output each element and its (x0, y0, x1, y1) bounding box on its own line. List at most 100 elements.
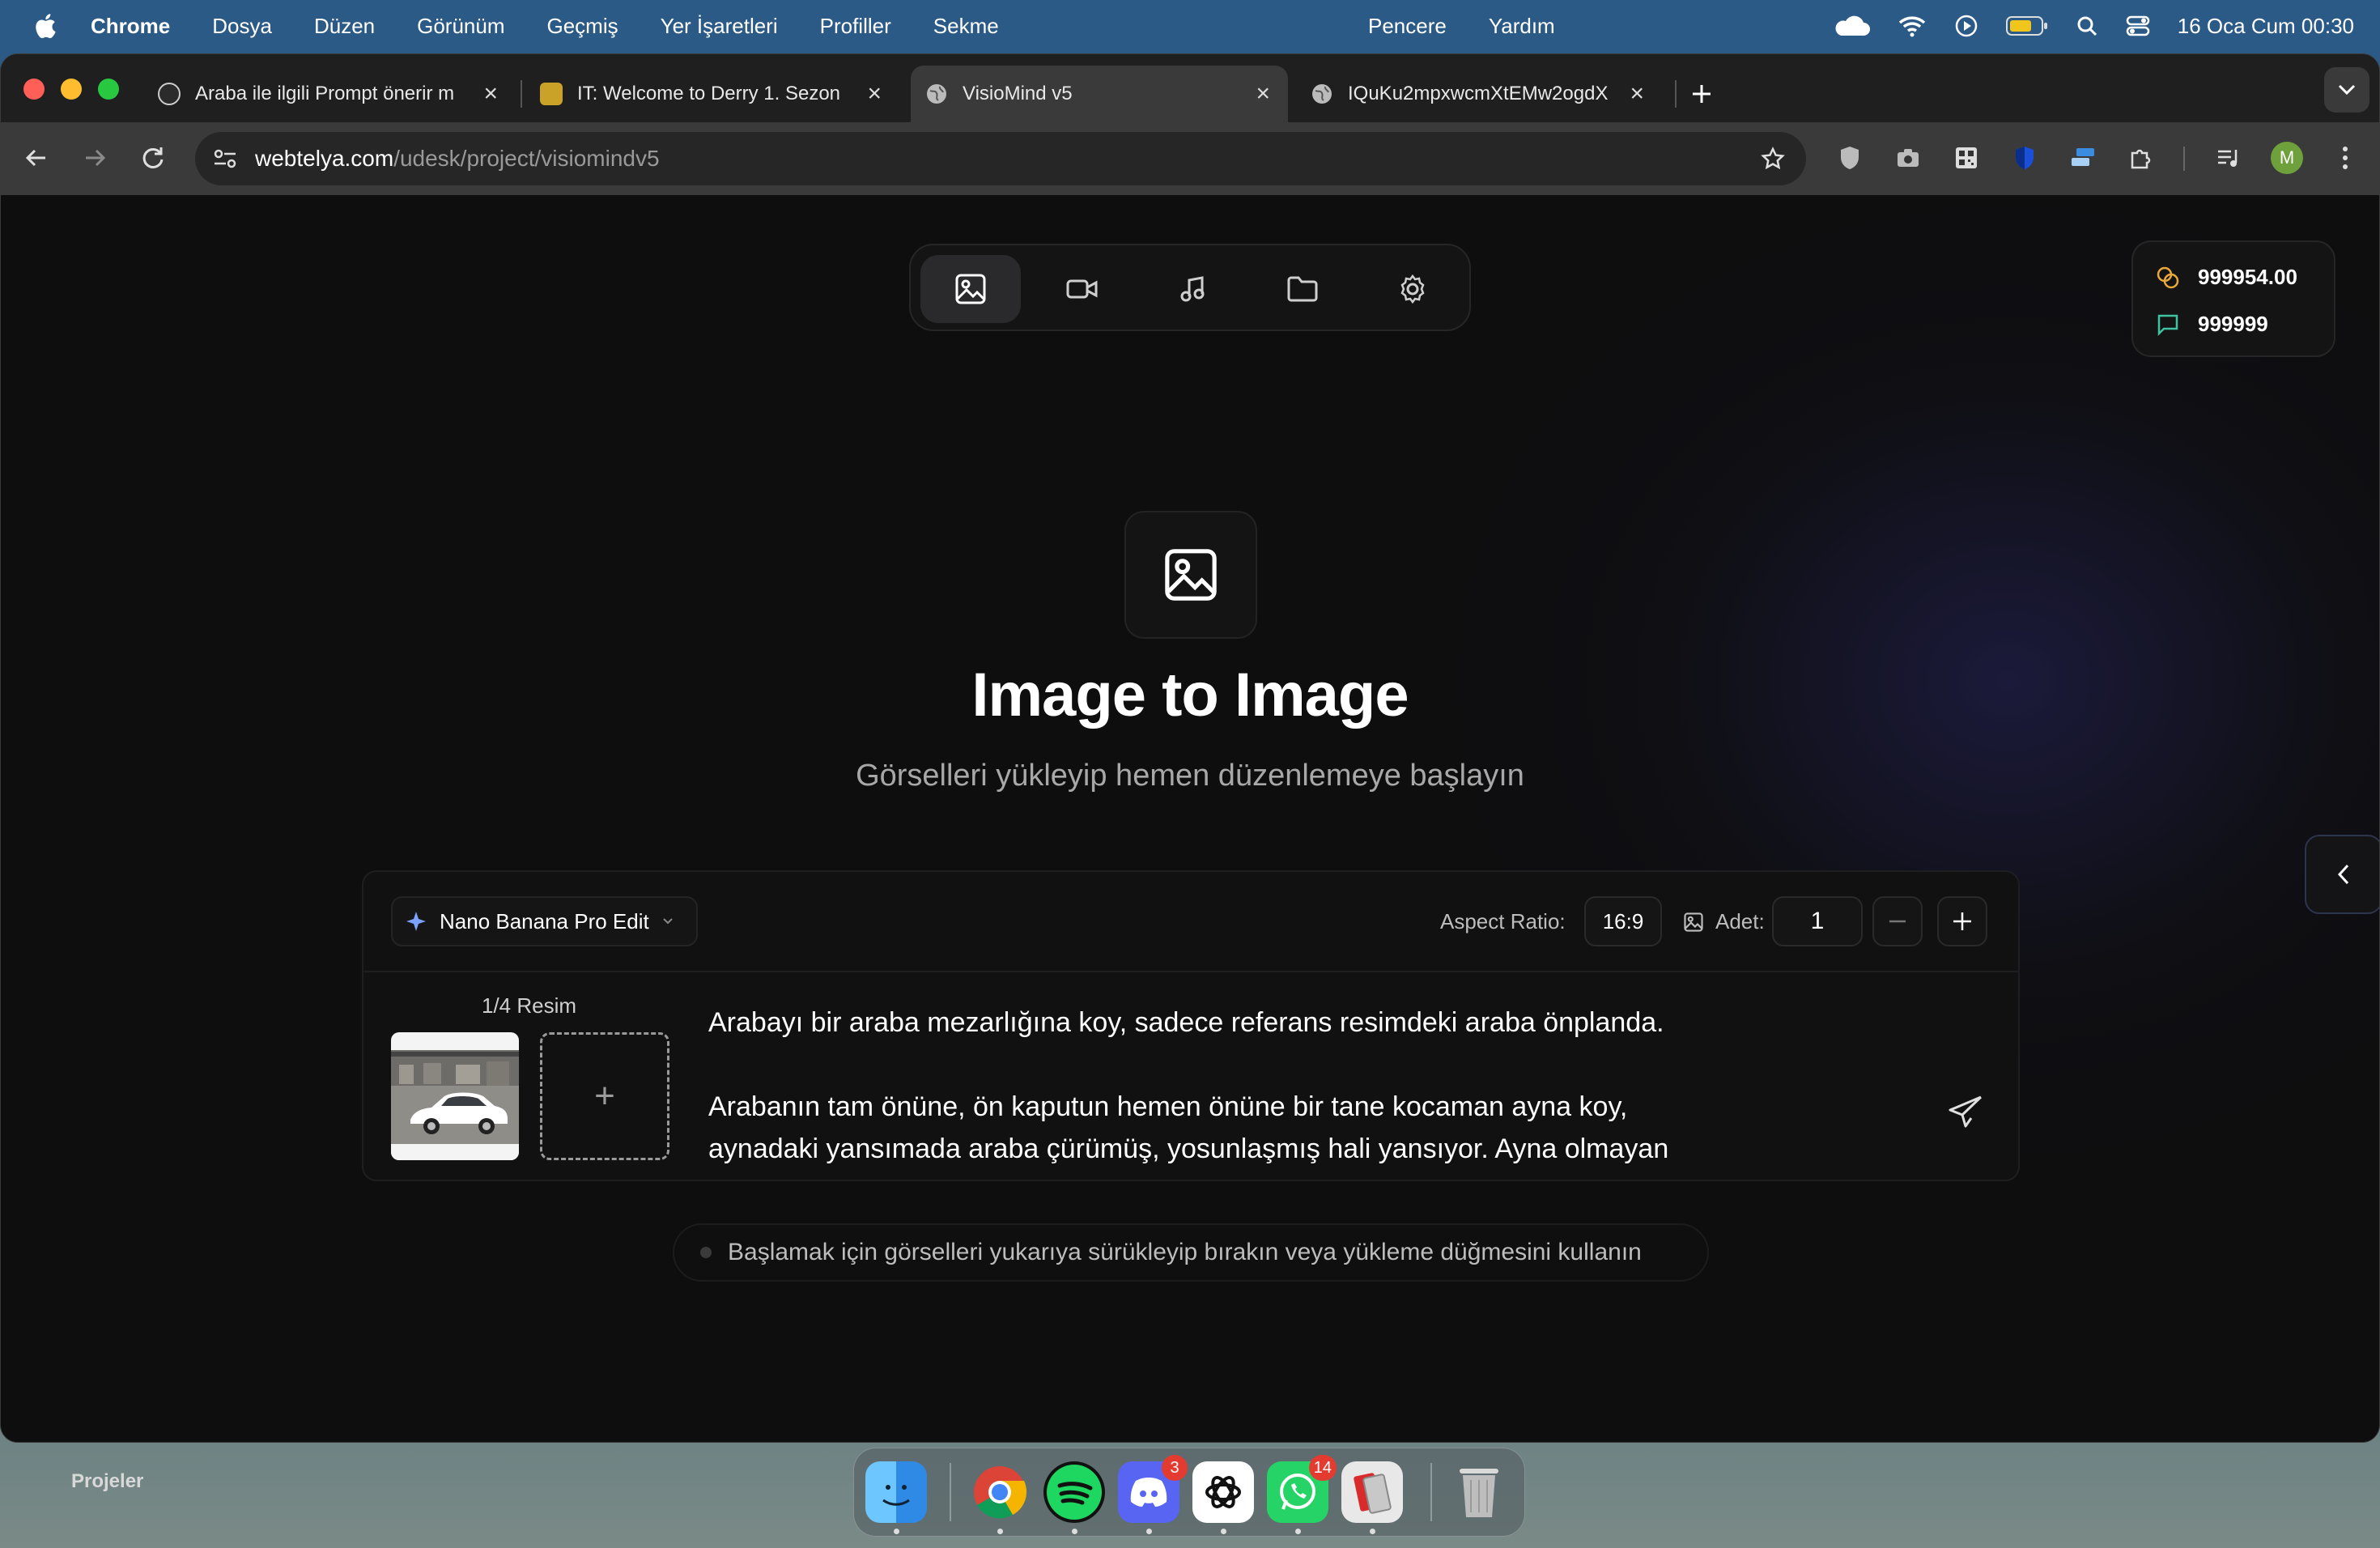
mode-image-button[interactable] (920, 255, 1021, 323)
profile-button[interactable]: M (2271, 142, 2303, 174)
tab-chat[interactable]: Araba ile ilgili Prompt önerir m × (143, 66, 516, 122)
minimize-window-button[interactable] (61, 79, 82, 100)
close-tab-icon[interactable]: × (867, 80, 882, 108)
close-tab-icon[interactable]: × (1256, 80, 1270, 108)
menu-app-name[interactable]: Chrome (91, 14, 170, 39)
shield-blue-icon (2016, 147, 2034, 169)
address-bar[interactable]: webtelya.com/udesk/project/visiomindv5 (195, 132, 1806, 185)
new-tab-icon[interactable] (1691, 83, 1712, 104)
menu-tab[interactable]: Sekme (933, 14, 999, 39)
battery-icon[interactable] (2005, 15, 2048, 36)
send-icon[interactable] (1947, 1092, 1986, 1131)
menu-clock[interactable]: 16 Oca Cum 00:30 (2178, 14, 2354, 39)
count-input[interactable]: 1 (1772, 896, 1863, 946)
more-vertical-icon (2343, 147, 2348, 169)
mode-switcher (909, 244, 1471, 331)
arrow-right-icon (86, 149, 106, 167)
mode-audio-button[interactable] (1142, 255, 1243, 323)
stack-icon (2072, 148, 2094, 166)
image-icon (1684, 912, 1703, 932)
finder-app[interactable] (865, 1461, 927, 1534)
whatsapp-app[interactable]: 14 (1267, 1455, 1337, 1534)
extension-bitwarden-button[interactable] (2008, 142, 2041, 174)
image-icon (1165, 549, 1217, 601)
menu-help[interactable]: Yardım (1489, 14, 1555, 39)
tab-search-button[interactable] (2324, 67, 2369, 113)
gear-icon (1400, 274, 1425, 304)
menu-history[interactable]: Geçmiş (547, 14, 618, 39)
side-panel-toggle-button[interactable] (2305, 835, 2379, 914)
desktop-folder-label[interactable]: Projeler (71, 1470, 143, 1493)
trash-app[interactable] (1448, 1461, 1510, 1523)
parallels-app[interactable] (1341, 1461, 1403, 1534)
notification-badge: 3 (1162, 1455, 1188, 1481)
status-dot (700, 1247, 712, 1258)
menu-edit[interactable]: Düzen (314, 14, 375, 39)
reload-button[interactable] (137, 142, 169, 174)
reference-image-thumbnail[interactable] (391, 1032, 519, 1160)
menu-bar: Chrome Dosya Düzen Görünüm Geçmiş Yer İş… (0, 0, 2380, 52)
tab-strip: Araba ile ilgili Prompt önerir m × IT: W… (1, 54, 2379, 122)
site-info-icon[interactable] (213, 148, 237, 169)
upload-hint: Başlamak için görselleri yukarıya sürükl… (673, 1223, 1709, 1282)
tab-visiomind[interactable]: VisioMind v5 × (911, 66, 1288, 122)
extension-shield-button[interactable] (1834, 142, 1866, 174)
apple-icon[interactable] (32, 11, 57, 40)
play-icon[interactable] (1954, 14, 1978, 38)
aspect-ratio-select[interactable]: 16:9 (1584, 896, 1662, 946)
panel-divider (363, 971, 2018, 972)
menu-bookmarks[interactable]: Yer İşaretleri (661, 14, 778, 39)
close-tab-icon[interactable]: × (1630, 80, 1644, 108)
tab-favicon-icon (158, 83, 181, 105)
zoom-window-button[interactable] (98, 79, 119, 100)
close-tab-icon[interactable]: × (483, 80, 498, 108)
menu-window[interactable]: Pencere (1368, 14, 1447, 39)
star-icon[interactable] (1761, 147, 1785, 171)
window-controls (23, 79, 119, 100)
spotify-app[interactable] (1043, 1461, 1105, 1534)
coins-icon (2157, 266, 2179, 288)
search-icon[interactable] (2076, 15, 2098, 37)
add-image-button[interactable]: + (540, 1032, 669, 1160)
music-note-icon (1180, 276, 1205, 302)
media-control-button[interactable] (2212, 142, 2245, 174)
credits-panel: 999954.00 999999 (2131, 240, 2335, 357)
mode-settings-button[interactable] (1362, 255, 1463, 323)
finder-icon (882, 1485, 910, 1506)
tab-derry[interactable]: IT: Welcome to Derry 1. Sezon × (525, 66, 899, 122)
browser-menu-button[interactable] (2329, 142, 2361, 174)
forward-button[interactable] (79, 142, 111, 174)
notification-badge: 14 (1308, 1455, 1337, 1481)
url-path: /udesk/project/visiomindv5 (393, 146, 660, 171)
menu-profiles[interactable]: Profiller (820, 14, 891, 39)
decrease-count-button[interactable] (1872, 896, 1923, 946)
generation-panel: Nano Banana Pro Edit Aspect Ratio: 16:9 … (362, 870, 2020, 1181)
cloud-icon[interactable] (1831, 15, 1870, 37)
close-window-button[interactable] (23, 79, 45, 100)
spotify-icon (1047, 1465, 1102, 1520)
back-button[interactable] (20, 142, 53, 174)
tab-title: IT: Welcome to Derry 1. Sezon (577, 83, 841, 104)
extension-qr-button[interactable] (1950, 142, 1983, 174)
mode-files-button[interactable] (1252, 255, 1353, 323)
discord-app[interactable]: 3 (1118, 1455, 1188, 1534)
toolbar-divider (2183, 147, 2185, 171)
extension-camera-button[interactable] (1892, 142, 1924, 174)
menu-view[interactable]: Görünüm (417, 14, 504, 39)
hero-icon-box (1124, 511, 1257, 639)
wifi-icon[interactable] (1898, 15, 1927, 37)
dock-divider (1430, 1463, 1432, 1521)
count-label-group: Adet: (1683, 909, 1765, 934)
model-selector[interactable]: Nano Banana Pro Edit (391, 896, 698, 946)
menu-file[interactable]: Dosya (212, 14, 272, 39)
chatgpt-app[interactable] (1192, 1461, 1254, 1534)
extension-stack-button[interactable] (2067, 142, 2099, 174)
prompt-input[interactable]: Arabayı bir araba mezarlığına koy, sadec… (708, 1002, 1842, 1170)
discord-icon (1130, 1478, 1167, 1507)
extensions-button[interactable] (2125, 142, 2157, 174)
control-center-icon[interactable] (2126, 14, 2150, 38)
increase-count-button[interactable] (1937, 896, 1987, 946)
tab-image-link[interactable]: IQuKu2mpxwcmXtEMw2ogdX × (1296, 66, 1662, 122)
chrome-app[interactable] (969, 1461, 1031, 1534)
mode-video-button[interactable] (1032, 255, 1133, 323)
